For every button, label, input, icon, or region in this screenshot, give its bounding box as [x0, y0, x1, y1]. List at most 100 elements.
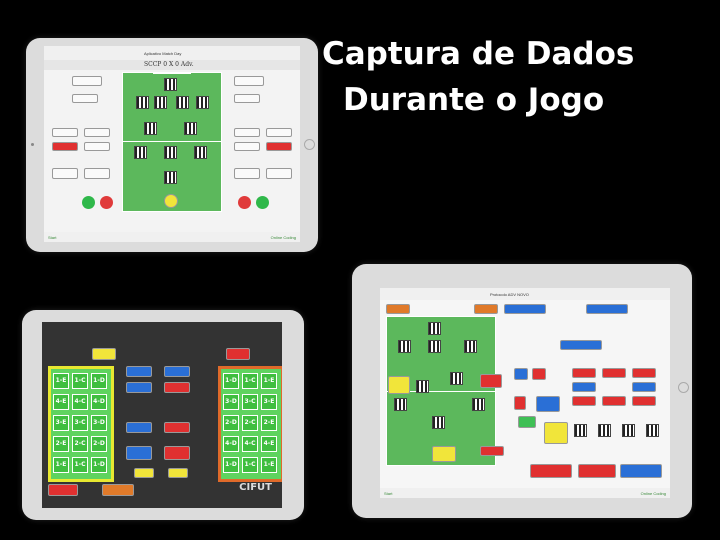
player-marker[interactable] [154, 96, 167, 109]
action-button[interactable] [226, 348, 250, 360]
zone-cell[interactable]: 1-E [53, 457, 69, 473]
action-button[interactable] [572, 382, 596, 392]
action-button[interactable] [388, 376, 410, 394]
player-marker[interactable] [164, 78, 177, 91]
zone-cell[interactable]: 1-D [91, 457, 107, 473]
zone-cell[interactable]: 2-C [72, 436, 88, 452]
action-button[interactable] [266, 128, 292, 137]
action-button[interactable] [84, 168, 110, 179]
player-marker[interactable] [196, 96, 209, 109]
zone-cell[interactable]: 4-D [91, 394, 107, 410]
action-button[interactable] [620, 464, 662, 478]
zone-cell[interactable]: 2-D [91, 436, 107, 452]
action-button[interactable] [84, 142, 110, 151]
action-button[interactable] [266, 168, 292, 179]
zone-cell[interactable]: 2-E [261, 415, 277, 431]
action-button[interactable] [632, 396, 656, 406]
zone-cell[interactable]: 4-E [53, 394, 69, 410]
start-label[interactable]: Start [384, 491, 392, 496]
action-button[interactable] [52, 168, 78, 179]
action-button[interactable] [164, 382, 190, 393]
zone-cell[interactable]: 4-D [223, 436, 239, 452]
zone-cell[interactable]: 2-C [242, 415, 258, 431]
player-marker[interactable] [394, 398, 407, 411]
zone-cell[interactable]: 1-C [242, 457, 258, 473]
player-marker[interactable] [184, 122, 197, 135]
zone-cell[interactable]: 1-E [261, 373, 277, 389]
action-button[interactable] [530, 464, 572, 478]
zone-cell[interactable]: 1-C [242, 373, 258, 389]
player-marker[interactable] [622, 424, 635, 437]
action-button[interactable] [48, 484, 78, 496]
arrow-up-icon[interactable] [256, 196, 269, 209]
action-button[interactable] [532, 368, 546, 380]
action-button[interactable] [480, 374, 502, 388]
player-marker[interactable] [646, 424, 659, 437]
action-button[interactable] [84, 128, 110, 137]
action-button[interactable] [544, 422, 568, 444]
action-button[interactable] [72, 94, 98, 103]
online-coding-label[interactable]: Online Coding [641, 491, 666, 496]
action-button[interactable] [536, 396, 560, 412]
action-button[interactable] [518, 416, 536, 428]
player-marker[interactable] [472, 398, 485, 411]
action-button[interactable] [586, 304, 628, 314]
zone-cell[interactable]: 1-C [72, 457, 88, 473]
player-marker[interactable] [194, 146, 207, 159]
arrow-down-icon[interactable] [100, 196, 113, 209]
action-button[interactable] [168, 468, 188, 478]
action-button[interactable] [480, 446, 504, 456]
action-button[interactable] [52, 128, 78, 137]
zone-cell[interactable]: 4-C [242, 436, 258, 452]
action-button[interactable] [72, 76, 102, 86]
player-marker[interactable] [598, 424, 611, 437]
action-button[interactable] [164, 446, 190, 460]
zone-cell[interactable]: 1-D [223, 373, 239, 389]
arrow-down-icon[interactable] [238, 196, 251, 209]
action-button[interactable] [234, 76, 264, 86]
action-button[interactable] [560, 340, 602, 350]
action-button[interactable] [126, 446, 152, 460]
action-button[interactable] [234, 94, 260, 103]
action-button[interactable] [504, 304, 546, 314]
zone-cell[interactable]: 1-D [223, 457, 239, 473]
action-button[interactable] [474, 304, 498, 314]
action-button[interactable] [632, 368, 656, 378]
action-button[interactable] [92, 348, 116, 360]
zone-cell[interactable]: 2-E [53, 436, 69, 452]
zone-cell[interactable]: 4-C [72, 394, 88, 410]
action-button[interactable] [102, 484, 134, 496]
player-marker[interactable] [450, 372, 463, 385]
action-button[interactable] [126, 366, 152, 377]
action-button[interactable] [572, 396, 596, 406]
zone-cell[interactable]: 1-C [72, 373, 88, 389]
online-coding-label[interactable]: Online Coding [271, 235, 296, 240]
action-button[interactable] [234, 128, 260, 137]
action-button[interactable] [514, 396, 526, 410]
player-marker[interactable] [164, 171, 177, 184]
zone-cell[interactable]: 3-C [242, 394, 258, 410]
player-marker[interactable] [428, 340, 441, 353]
player-marker[interactable] [398, 340, 411, 353]
action-button[interactable] [578, 464, 616, 478]
action-button[interactable] [164, 422, 190, 433]
player-marker[interactable] [464, 340, 477, 353]
player-marker[interactable] [416, 380, 429, 393]
action-button[interactable] [514, 368, 528, 380]
goalkeeper-marker[interactable] [164, 194, 178, 208]
action-button[interactable] [266, 142, 292, 151]
player-marker[interactable] [136, 96, 149, 109]
player-marker[interactable] [164, 146, 177, 159]
zone-cell[interactable]: 2-D [223, 415, 239, 431]
zone-cell[interactable]: 3-D [91, 415, 107, 431]
zone-cell[interactable]: 1-D [91, 373, 107, 389]
action-button[interactable] [572, 368, 596, 378]
player-marker[interactable] [428, 322, 441, 335]
action-button[interactable] [134, 468, 154, 478]
action-button[interactable] [386, 304, 410, 314]
start-label[interactable]: Start [48, 235, 56, 240]
action-button[interactable] [126, 422, 152, 433]
action-button[interactable] [432, 446, 456, 462]
action-button[interactable] [602, 396, 626, 406]
zone-cell[interactable]: 3-C [72, 415, 88, 431]
